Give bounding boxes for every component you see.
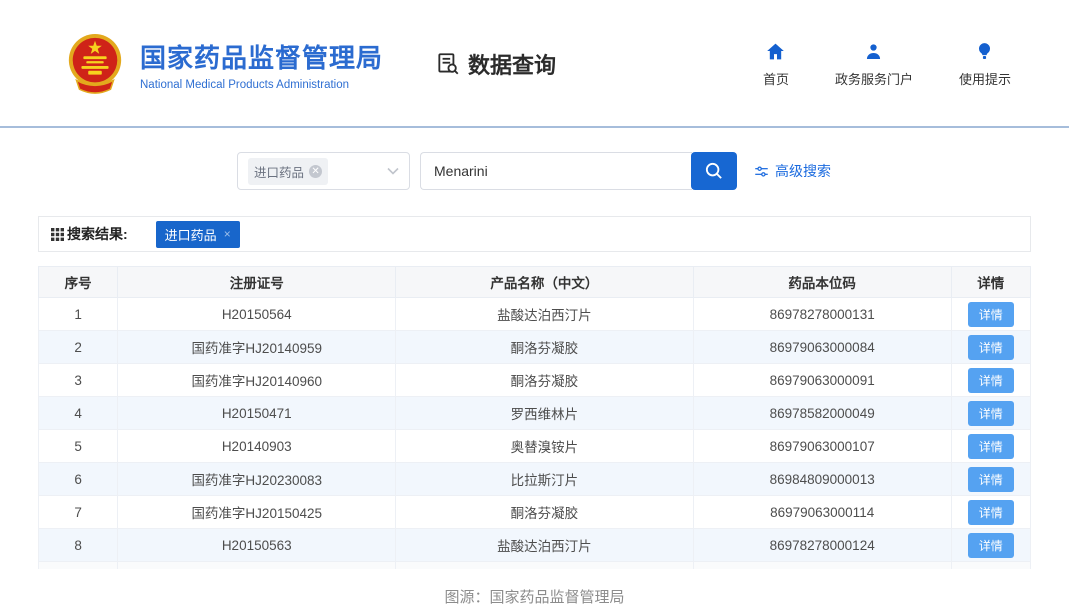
cell-index: 1 bbox=[39, 298, 118, 331]
image-source-caption: 图源：国家药品监督管理局 bbox=[0, 586, 1069, 607]
brand-logo[interactable]: 国家药品监督管理局 National Medical Products Admi… bbox=[64, 32, 383, 96]
table-row: 8 H20150563 盐酸达泊西汀片 86978278000124 详情 bbox=[39, 529, 1031, 562]
detail-button[interactable]: 详情 bbox=[968, 368, 1014, 393]
data-query-title: 数据查询 bbox=[435, 48, 556, 80]
table-row: 7 国药准字HJ20150425 酮洛芬凝胶 86979063000114 详情 bbox=[39, 496, 1031, 529]
cell-reg-no: 国药准字HJ20140960 bbox=[118, 364, 396, 397]
grid-icon bbox=[51, 228, 64, 241]
col-header-index: 序号 bbox=[39, 267, 118, 298]
cell-reg-no: 国药准字HJ20230083 bbox=[118, 463, 396, 496]
remove-filter-icon[interactable]: × bbox=[224, 227, 231, 241]
page: 国家药品监督管理局 National Medical Products Admi… bbox=[0, 0, 1069, 610]
category-tag-label: 进口药品 bbox=[254, 162, 304, 181]
table-header-row: 序号 注册证号 产品名称（中文） 药品本位码 详情 bbox=[39, 267, 1031, 298]
cell-product-name: 盐酸达泊西汀片 bbox=[396, 529, 694, 562]
results-label: 搜索结果: bbox=[67, 224, 128, 244]
cell-product-name: 酮洛芬凝胶 bbox=[396, 364, 694, 397]
nav-usage-tips[interactable]: 使用提示 bbox=[959, 41, 1011, 88]
cell-drug-code: 86978278000131 bbox=[693, 298, 951, 331]
results-table: 序号 注册证号 产品名称（中文） 药品本位码 详情 1 H20150564 盐酸… bbox=[38, 266, 1031, 569]
document-search-icon bbox=[435, 51, 461, 77]
cell-reg-no: H20150563 bbox=[118, 529, 396, 562]
table-row: 5 H20140903 奥替溴铵片 86979063000107 详情 bbox=[39, 430, 1031, 463]
cell-drug-code: 86984809000013 bbox=[693, 463, 951, 496]
advanced-search-link[interactable]: 高级搜索 bbox=[754, 161, 831, 181]
category-tag-remove-icon[interactable]: ✕ bbox=[309, 165, 322, 178]
cell-index: 3 bbox=[39, 364, 118, 397]
cell-drug-code: 86978582000049 bbox=[693, 397, 951, 430]
cell-index: 5 bbox=[39, 430, 118, 463]
cell-reg-no: 国药准字HJ20150425 bbox=[118, 496, 396, 529]
col-header-detail: 详情 bbox=[951, 267, 1030, 298]
detail-button[interactable]: 详情 bbox=[968, 500, 1014, 525]
cell-reg-no: 国药准字HJ20140959 bbox=[118, 331, 396, 364]
cell-product-name: 奥替溴铵片 bbox=[396, 430, 694, 463]
cell-reg-no: H20150564 bbox=[118, 298, 396, 331]
site-header: 国家药品监督管理局 National Medical Products Admi… bbox=[0, 0, 1069, 118]
nav-home-label: 首页 bbox=[763, 69, 789, 88]
search-button[interactable] bbox=[691, 152, 737, 190]
nav-home[interactable]: 首页 bbox=[763, 41, 789, 88]
detail-button[interactable]: 详情 bbox=[968, 302, 1014, 327]
category-select[interactable]: 进口药品 ✕ bbox=[237, 152, 410, 190]
search-input-group bbox=[420, 152, 737, 190]
home-icon bbox=[765, 41, 786, 62]
cell-drug-code: 86979063000084 bbox=[693, 331, 951, 364]
table-row: 6 国药准字HJ20230083 比拉斯汀片 86984809000013 详情 bbox=[39, 463, 1031, 496]
cell-drug-code: 86978278000124 bbox=[693, 529, 951, 562]
advanced-search-label: 高级搜索 bbox=[775, 161, 831, 181]
cell-index: 2 bbox=[39, 331, 118, 364]
search-input[interactable] bbox=[420, 152, 692, 190]
cell-drug-code: 86979063000091 bbox=[693, 364, 951, 397]
brand-subtitle: National Medical Products Administration bbox=[140, 79, 383, 91]
detail-button[interactable]: 详情 bbox=[968, 401, 1014, 426]
table-row-partial bbox=[39, 562, 1031, 569]
search-icon bbox=[703, 160, 725, 182]
cell-index: 8 bbox=[39, 529, 118, 562]
cell-product-name: 比拉斯汀片 bbox=[396, 463, 694, 496]
cell-product-name: 罗西维林片 bbox=[396, 397, 694, 430]
table-row: 4 H20150471 罗西维林片 86978582000049 详情 bbox=[39, 397, 1031, 430]
cell-product-name: 酮洛芬凝胶 bbox=[396, 496, 694, 529]
brand-title: 国家药品监督管理局 bbox=[140, 38, 383, 75]
cell-drug-code: 86979063000107 bbox=[693, 430, 951, 463]
table-row: 1 H20150564 盐酸达泊西汀片 86978278000131 详情 bbox=[39, 298, 1031, 331]
nav-gov-service-portal[interactable]: 政务服务门户 bbox=[835, 41, 913, 88]
table-row: 3 国药准字HJ20140960 酮洛芬凝胶 86979063000091 详情 bbox=[39, 364, 1031, 397]
filter-sliders-icon bbox=[754, 164, 769, 179]
col-header-reg-no: 注册证号 bbox=[118, 267, 396, 298]
detail-button[interactable]: 详情 bbox=[968, 335, 1014, 360]
col-header-product-name: 产品名称（中文） bbox=[396, 267, 694, 298]
cell-product-name: 酮洛芬凝胶 bbox=[396, 331, 694, 364]
category-tag: 进口药品 ✕ bbox=[248, 158, 328, 185]
cell-index: 4 bbox=[39, 397, 118, 430]
nav-gov-service-portal-label: 政务服务门户 bbox=[835, 69, 913, 88]
active-filter-tag-label: 进口药品 bbox=[165, 225, 217, 244]
detail-button[interactable]: 详情 bbox=[968, 434, 1014, 459]
chevron-down-icon bbox=[387, 167, 399, 175]
national-emblem-icon bbox=[64, 32, 126, 96]
results-bar: 搜索结果: 进口药品 × bbox=[38, 216, 1031, 252]
brand-text: 国家药品监督管理局 National Medical Products Admi… bbox=[140, 38, 383, 91]
col-header-drug-code: 药品本位码 bbox=[693, 267, 951, 298]
cell-reg-no: H20150471 bbox=[118, 397, 396, 430]
header-divider bbox=[0, 126, 1069, 128]
table-row: 2 国药准字HJ20140959 酮洛芬凝胶 86979063000084 详情 bbox=[39, 331, 1031, 364]
active-filter-tag[interactable]: 进口药品 × bbox=[156, 221, 240, 248]
cell-drug-code: 86979063000114 bbox=[693, 496, 951, 529]
detail-button[interactable]: 详情 bbox=[968, 467, 1014, 492]
user-icon bbox=[863, 41, 884, 62]
bulb-icon bbox=[974, 41, 995, 62]
cell-reg-no: H20140903 bbox=[118, 430, 396, 463]
cell-index: 7 bbox=[39, 496, 118, 529]
cell-product-name: 盐酸达泊西汀片 bbox=[396, 298, 694, 331]
data-query-label: 数据查询 bbox=[468, 48, 556, 80]
cell-index: 6 bbox=[39, 463, 118, 496]
header-nav: 首页 政务服务门户 使用提示 bbox=[763, 41, 1011, 88]
detail-button[interactable]: 详情 bbox=[968, 533, 1014, 558]
search-bar: 进口药品 ✕ 高级搜索 bbox=[237, 152, 1069, 190]
nav-usage-tips-label: 使用提示 bbox=[959, 69, 1011, 88]
